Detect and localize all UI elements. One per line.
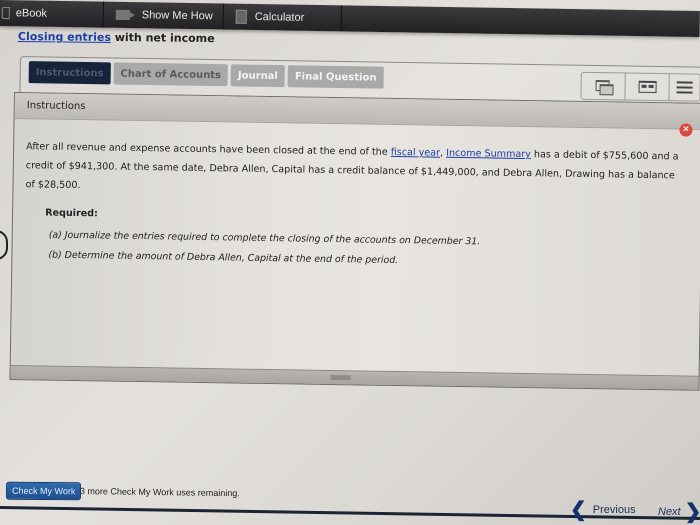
income-summary-link[interactable]: Income Summary <box>446 148 531 160</box>
panel-resize-bar[interactable] <box>10 364 699 390</box>
split-view-icon <box>637 80 657 93</box>
chevron-right-icon: ❯ <box>684 501 700 523</box>
side-edge-decoration <box>0 230 8 260</box>
next-label: Next <box>658 506 681 518</box>
close-icon[interactable]: × <box>679 123 693 137</box>
show-me-how-label: Show Me How <box>141 9 213 23</box>
show-me-how-button[interactable]: Show Me How <box>103 1 224 30</box>
tab-journal[interactable]: Journal <box>230 64 286 88</box>
book-icon <box>1 7 10 20</box>
ebook-label: eBook <box>15 7 48 20</box>
next-button[interactable]: Next ❯ <box>658 501 700 523</box>
resize-handle-icon[interactable] <box>330 375 351 381</box>
previous-label: Previous <box>592 504 636 516</box>
closing-entries-link[interactable]: Closing entries <box>18 30 111 44</box>
calculator-button[interactable]: Calculator <box>223 3 342 32</box>
calculator-label: Calculator <box>254 11 305 24</box>
calculator-icon <box>235 9 247 24</box>
stacked-view-button[interactable] <box>669 74 699 100</box>
instructions-paragraph: After all revenue and expense accounts h… <box>25 137 686 204</box>
para-text-1: After all revenue and expense accounts h… <box>26 141 391 158</box>
ebook-button[interactable]: eBook <box>0 0 104 28</box>
required-label: Required: <box>45 207 99 220</box>
chevron-left-icon: ❮ <box>570 499 587 521</box>
stacked-view-icon <box>676 81 693 94</box>
check-my-work-button[interactable]: Check My Work <box>5 481 82 501</box>
tab-bar: Instructions Chart of Accounts Journal F… <box>28 61 384 89</box>
split-view-button[interactable] <box>625 73 670 101</box>
tab-final-question[interactable]: Final Question <box>287 65 384 89</box>
cascade-view-icon <box>595 80 611 92</box>
fiscal-year-link[interactable]: fiscal year <box>391 147 440 159</box>
title-rest: with net income <box>110 30 215 46</box>
tab-chart-of-accounts[interactable]: Chart of Accounts <box>113 62 229 87</box>
instructions-panel: Instructions × After all revenue and exp… <box>9 92 700 391</box>
page-title: Closing entries with net income <box>18 30 215 45</box>
required-item-a: (a) Journalize the entries required to c… <box>48 229 481 248</box>
cascade-view-button[interactable] <box>581 72 626 100</box>
video-icon <box>115 9 130 21</box>
tab-instructions[interactable]: Instructions <box>28 61 111 85</box>
view-mode-buttons <box>580 71 700 102</box>
remaining-uses-text: 3 more Check My Work uses remaining. <box>79 486 240 499</box>
previous-button[interactable]: ❮ Previous <box>570 499 636 521</box>
required-item-b: (b) Determine the amount of Debra Allen,… <box>48 249 399 267</box>
